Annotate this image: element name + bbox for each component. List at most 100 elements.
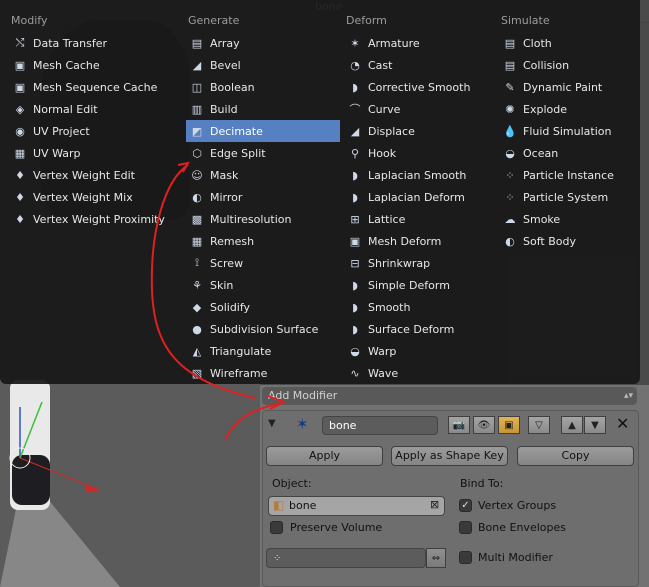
menu-item-normal-edit[interactable]: ◈ Normal Edit <box>9 98 179 120</box>
menu-item-multiresolution[interactable]: ▩ Multiresolution <box>186 208 340 230</box>
menu-item-subdivision-surface[interactable]: ● Subdivision Surface <box>186 318 340 340</box>
menu-item-armature[interactable]: ✶ Armature <box>344 32 494 54</box>
menu-item-laplacian-deform[interactable]: ◗ Laplacian Deform <box>344 186 494 208</box>
menu-item-wireframe[interactable]: ▧ Wireframe <box>186 362 340 384</box>
menu-item-warp[interactable]: ◒ Warp <box>344 340 494 362</box>
apply-as-shape-key-button[interactable]: Apply as Shape Key <box>391 446 508 466</box>
cage-toggle-icon[interactable]: ▽ <box>528 416 550 434</box>
menu-item-label: Collision <box>523 58 570 72</box>
editmode-toggle-icon[interactable]: ▣ <box>498 416 520 434</box>
clear-field-icon[interactable]: ⊠ <box>430 498 439 511</box>
object-value: bone <box>289 499 317 512</box>
menu-item-screw[interactable]: ⟟ Screw <box>186 252 340 274</box>
vertex-groups-checkbox[interactable]: ✓ <box>459 499 472 512</box>
menu-item-mesh-deform[interactable]: ▣ Mesh Deform <box>344 230 494 252</box>
menu-item-smooth[interactable]: ◗ Smooth <box>344 296 494 318</box>
menu-item-label: Curve <box>368 102 401 116</box>
decimate-icon: ◩ <box>191 124 203 138</box>
menu-item-label: Remesh <box>210 234 255 248</box>
menu-item-surface-deform[interactable]: ◗ Surface Deform <box>344 318 494 340</box>
vertex-group-icon: ⁘ <box>273 553 282 564</box>
menu-item-remesh[interactable]: ▦ Remesh <box>186 230 340 252</box>
menu-item-label: Soft Body <box>523 234 576 248</box>
menu-item-label: Displace <box>368 124 415 138</box>
add-modifier-label: Add Modifier <box>268 389 338 402</box>
menu-item-solidify[interactable]: ◆ Solidify <box>186 296 340 318</box>
menu-item-corrective-smooth[interactable]: ◗ Corrective Smooth <box>344 76 494 98</box>
soft-body-icon: ◐ <box>505 234 515 248</box>
menu-item-label: Hook <box>368 146 397 160</box>
menu-item-displace[interactable]: ◢ Displace <box>344 120 494 142</box>
menu-item-vertex-weight-mix[interactable]: ♦ Vertex Weight Mix <box>9 186 179 208</box>
menu-item-uv-warp[interactable]: ▦ UV Warp <box>9 142 179 164</box>
menu-item-label: Mask <box>210 168 239 182</box>
menu-item-label: Multiresolution <box>210 212 292 226</box>
vertex-group-field[interactable]: ⁘ <box>266 548 426 568</box>
menu-column-title: Simulate <box>501 14 550 27</box>
menu-item-triangulate[interactable]: ◭ Triangulate <box>186 340 340 362</box>
menu-item-ocean[interactable]: ◒ Ocean <box>499 142 634 164</box>
menu-item-explode[interactable]: ✺ Explode <box>499 98 634 120</box>
menu-item-dynamic-paint[interactable]: ✎ Dynamic Paint <box>499 76 634 98</box>
preserve-volume-checkbox[interactable] <box>270 521 283 534</box>
menu-item-data-transfer[interactable]: ⤭ Data Transfer <box>9 32 179 54</box>
menu-item-label: Build <box>210 102 238 116</box>
close-icon[interactable]: ✕ <box>616 414 629 433</box>
bone-envelopes-checkbox[interactable] <box>459 521 472 534</box>
menu-item-collision[interactable]: ▤ Collision <box>499 54 634 76</box>
menu-item-cloth[interactable]: ▤ Cloth <box>499 32 634 54</box>
lattice-icon: ⊞ <box>350 212 360 226</box>
simple-deform-icon: ◗ <box>352 278 358 292</box>
menu-item-simple-deform[interactable]: ◗ Simple Deform <box>344 274 494 296</box>
menu-item-uv-project[interactable]: ◉ UV Project <box>9 120 179 142</box>
menu-item-mirror[interactable]: ◐ Mirror <box>186 186 340 208</box>
menu-item-bevel[interactable]: ◢ Bevel <box>186 54 340 76</box>
menu-item-edge-split[interactable]: ⬡ Edge Split <box>186 142 340 164</box>
menu-item-decimate[interactable]: ◩ Decimate <box>186 120 340 142</box>
add-modifier-dropdown[interactable]: Add Modifier ▴▾ <box>262 387 637 405</box>
screw-icon: ⟟ <box>194 256 200 269</box>
copy-button[interactable]: Copy <box>517 446 634 466</box>
menu-item-label: Vertex Weight Edit <box>33 168 135 182</box>
menu-item-curve[interactable]: ⌒ Curve <box>344 98 494 120</box>
move-up-icon[interactable]: ▲ <box>561 416 583 434</box>
menu-item-label: Cast <box>368 58 393 72</box>
menu-item-smoke[interactable]: ☁ Smoke <box>499 208 634 230</box>
menu-item-lattice[interactable]: ⊞ Lattice <box>344 208 494 230</box>
menu-item-skin[interactable]: ⚘ Skin <box>186 274 340 296</box>
modifier-name-field[interactable]: bone <box>322 416 438 435</box>
menu-item-array[interactable]: ▤ Array <box>186 32 340 54</box>
menu-item-label: Vertex Weight Proximity <box>33 212 165 226</box>
armature-modifier-icon: ✶ <box>296 415 309 433</box>
menu-item-mesh-cache[interactable]: ▣ Mesh Cache <box>9 54 179 76</box>
multi-modifier-checkbox[interactable] <box>459 551 472 564</box>
menu-item-build[interactable]: ▥ Build <box>186 98 340 120</box>
menu-item-wave[interactable]: ∿ Wave <box>344 362 494 384</box>
render-toggle-icon[interactable]: 📷 <box>448 416 470 434</box>
invert-vertex-group-icon[interactable]: ⇔ <box>426 548 446 568</box>
apply-button[interactable]: Apply <box>266 446 383 466</box>
menu-item-soft-body[interactable]: ◐ Soft Body <box>499 230 634 252</box>
menu-item-vertex-weight-proximity[interactable]: ♦ Vertex Weight Proximity <box>9 208 179 230</box>
object-field[interactable]: bone <box>268 496 445 516</box>
menu-item-particle-instance[interactable]: ⁘ Particle Instance <box>499 164 634 186</box>
menu-item-fluid-simulation[interactable]: 💧 Fluid Simulation <box>499 120 634 142</box>
menu-item-hook[interactable]: ⚲ Hook <box>344 142 494 164</box>
menu-item-mask[interactable]: ☺ Mask <box>186 164 340 186</box>
collapse-arrow-icon[interactable]: ▼ <box>268 418 276 429</box>
menu-item-vertex-weight-edit[interactable]: ♦ Vertex Weight Edit <box>9 164 179 186</box>
viewport-toggle-icon[interactable]: 👁 <box>473 416 495 434</box>
move-down-icon[interactable]: ▼ <box>584 416 606 434</box>
particle-instance-icon: ⁘ <box>505 168 515 182</box>
menu-item-label: Particle Instance <box>523 168 614 182</box>
triangulate-icon: ◭ <box>192 344 202 358</box>
menu-item-label: Wireframe <box>210 366 268 380</box>
menu-item-shrinkwrap[interactable]: ⊟ Shrinkwrap <box>344 252 494 274</box>
menu-item-mesh-sequence-cache[interactable]: ▣ Mesh Sequence Cache <box>9 76 179 98</box>
menu-item-cast[interactable]: ◔ Cast <box>344 54 494 76</box>
menu-item-laplacian-smooth[interactable]: ◗ Laplacian Smooth <box>344 164 494 186</box>
menu-item-boolean[interactable]: ◫ Boolean <box>186 76 340 98</box>
menu-item-particle-system[interactable]: ⁘ Particle System <box>499 186 634 208</box>
bone-envelopes-label: Bone Envelopes <box>478 521 566 534</box>
vertex-weight-proximity-icon: ♦ <box>15 212 25 226</box>
